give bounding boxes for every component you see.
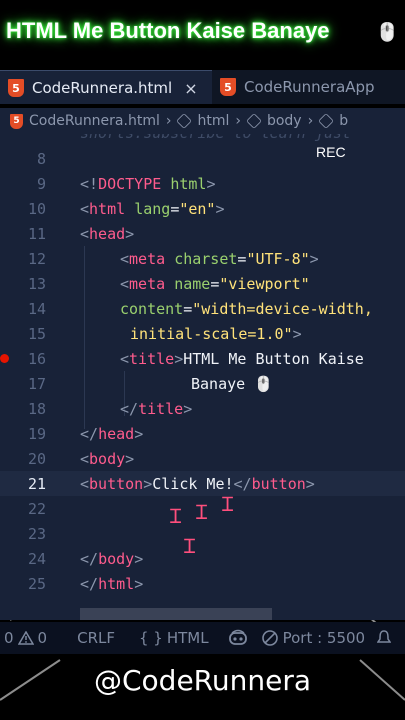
breadcrumb-separator: › (235, 113, 241, 129)
code-text: content="width=device-width, (120, 299, 373, 318)
code-line-25: 25 </html> (0, 571, 405, 596)
code-text: <html lang="en"> (80, 199, 225, 218)
no-entry-icon (261, 630, 278, 646)
code-text: <meta charset="UTF-8"> (120, 249, 319, 268)
code-text: </html> (80, 574, 144, 593)
code-line-13: 13 <meta name="viewport" (0, 271, 405, 296)
code-text: </body> (80, 549, 144, 568)
code-line-21-current: 21 <button>Click Me!</button> (0, 471, 405, 496)
text-cursor-icon: Ɪ (196, 500, 208, 524)
code-line-15: 15 initial-scale=1.0"> (0, 321, 405, 346)
line-number: 20 (27, 449, 46, 468)
code-text: <!DOCTYPE html> (80, 174, 216, 193)
html5-icon: 5 (8, 79, 24, 97)
code-text: initial-scale=1.0"> (130, 324, 302, 343)
warning-count: 0 (37, 629, 48, 647)
code-line-20: 20 <body> (0, 446, 405, 471)
line-number: 11 (27, 224, 46, 243)
element-icon (176, 113, 193, 129)
code-editor[interactable]: shorts:subscribe to learn just REC 8 9 <… (0, 134, 405, 620)
code-line-11: 11 <head> (0, 221, 405, 246)
html5-icon: 5 (220, 78, 236, 96)
tab-label: CodeRunnera.html (32, 79, 173, 97)
breadcrumb: 5 CodeRunnera.html › html › body › b (0, 108, 405, 134)
video-title: HTML Me Button Kaise Banaye (6, 18, 330, 43)
code-text: <body> (80, 449, 135, 468)
line-number: 23 (27, 524, 46, 543)
code-text: </title> (120, 399, 193, 418)
line-number: 22 (27, 499, 46, 518)
eol-selector[interactable]: CRLF (77, 629, 115, 647)
text-cursor-icon: Ɪ (170, 504, 182, 528)
close-icon[interactable]: × (184, 79, 197, 98)
video-title-bar: HTML Me Button Kaise Banaye 🖱️ (0, 12, 405, 56)
code-line-9: 9 <!DOCTYPE html> (0, 171, 405, 196)
bell-icon[interactable] (377, 630, 392, 646)
code-line-17: 17 Banaye 🖱️ (0, 371, 405, 396)
line-number: 19 (27, 424, 46, 443)
breadcrumb-separator: › (307, 113, 314, 129)
line-number: 12 (27, 249, 46, 268)
breadcrumb-separator: › (165, 113, 172, 129)
error-count: 0 (4, 629, 14, 647)
breadcrumb-item-body[interactable]: body (267, 113, 302, 129)
breadcrumb-file[interactable]: CodeRunnera.html (29, 113, 160, 129)
code-text: <button>Click Me!</button> (80, 474, 315, 493)
channel-handle: @CodeRunnera (93, 664, 311, 697)
code-text: <meta name="viewport" (120, 274, 310, 293)
code-text: <head> (80, 224, 135, 243)
tab-coderunnera-html[interactable]: 5 CodeRunnera.html × (0, 70, 212, 104)
code-line-14: 14 content="width=device-width, (0, 296, 405, 321)
breadcrumb-item-button[interactable]: b (339, 113, 348, 129)
language-label: HTML (166, 629, 209, 647)
code-line-16: 16 <title>HTML Me Button Kaise (0, 346, 405, 371)
line-number: 17 (27, 374, 46, 393)
line-number: 16 (27, 349, 46, 368)
line-number: 21 (27, 474, 46, 493)
ghost-comment-text: shorts:subscribe to learn just (80, 134, 351, 142)
line-number: 10 (27, 199, 46, 218)
braces-icon: { } (138, 629, 163, 647)
code-text: <title>HTML Me Button Kaise (120, 349, 364, 368)
live-server-port[interactable]: Port : 5500 (261, 629, 366, 647)
breadcrumb-item-html[interactable]: html (197, 113, 229, 129)
code-line-8: 8 (0, 146, 405, 171)
line-number: 9 (36, 174, 46, 193)
code-line-24: 24 </body> (0, 546, 405, 571)
text-cursor-icon: Ɪ (222, 492, 234, 516)
language-mode[interactable]: { } HTML (139, 629, 209, 647)
horizontal-scrollbar[interactable] (80, 608, 272, 620)
code-text: </head> (80, 424, 144, 443)
code-text: Banaye 🖱️ (191, 374, 273, 393)
warning-icon (17, 631, 34, 645)
text-cursor-icon: Ɪ (184, 534, 196, 558)
code-line-12: 12 <meta charset="UTF-8"> (0, 246, 405, 271)
line-number: 24 (27, 549, 46, 568)
line-number: 25 (27, 574, 46, 593)
element-icon (318, 113, 335, 129)
tab-label: CodeRunneraApp (244, 78, 375, 96)
copilot-icon[interactable] (227, 629, 249, 647)
element-icon (246, 113, 262, 129)
mouse-emoji-icon: 🖱️ (376, 22, 399, 43)
editor-tab-bar: 5 CodeRunnera.html × 5 CodeRunneraApp (0, 70, 405, 104)
line-number: 14 (27, 299, 46, 318)
status-bar: 0 0 CRLF { } HTML Port : 5500 (0, 622, 405, 654)
code-line-18: 18 </title> (0, 396, 405, 421)
line-number: 18 (27, 399, 46, 418)
port-label: Port : 5500 (282, 629, 366, 647)
line-number: 15 (27, 324, 46, 343)
line-number: 8 (36, 149, 46, 168)
code-line-19: 19 </head> (0, 421, 405, 446)
line-number: 13 (27, 274, 46, 293)
problems-indicator[interactable]: 0 0 (4, 629, 47, 647)
html5-icon: 5 (10, 113, 23, 129)
code-line-10: 10 <html lang="en"> (0, 196, 405, 221)
tab-coderunnera-app[interactable]: 5 CodeRunneraApp (212, 70, 398, 104)
